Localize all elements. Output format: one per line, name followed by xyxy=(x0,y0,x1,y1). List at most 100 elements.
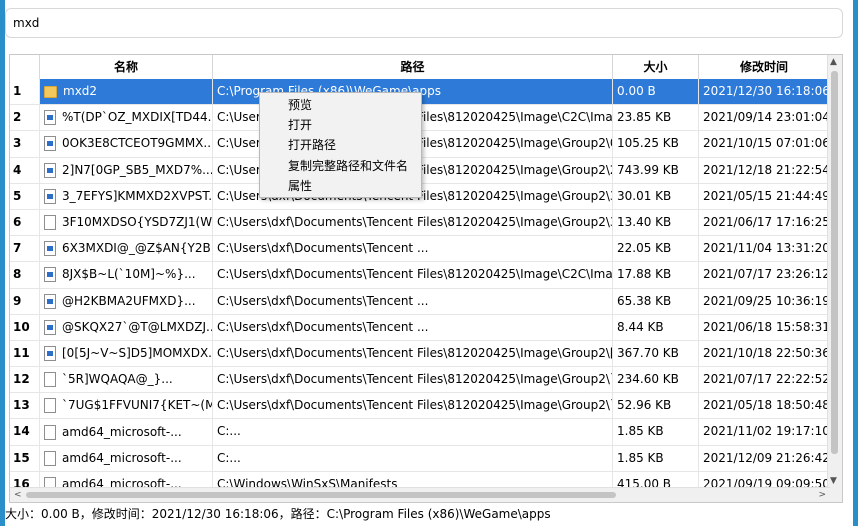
header-modified[interactable]: 修改时间 xyxy=(699,55,830,79)
menu-item-preview[interactable]: 预览 xyxy=(260,95,421,115)
header-path[interactable]: 路径 xyxy=(213,55,613,79)
table-row[interactable]: 14 amd64_microsoft-... C:... 1.85 KB 2021/11… xyxy=(10,419,830,446)
search-input[interactable] xyxy=(13,16,835,30)
table-row[interactable]: 9 @H2KBMA2UFMXD}... C:\Users\dxf\Documents… xyxy=(10,288,830,315)
row-number: 1 xyxy=(10,79,40,105)
scroll-right-icon[interactable]: > xyxy=(818,488,826,502)
modified-time-cell[interactable]: 2021/12/09 21:26:42 xyxy=(699,445,830,471)
file-path-cell[interactable]: C:... xyxy=(213,445,613,471)
table-header: 名称 路径 大小 修改时间 xyxy=(10,55,830,80)
horizontal-scroll-thumb[interactable] xyxy=(26,492,616,498)
horizontal-scrollbar[interactable]: < > xyxy=(10,487,830,502)
modified-time-cell[interactable]: 2021/12/30 16:18:06 xyxy=(699,79,830,105)
file-name-cell[interactable]: amd64_microsoft-... xyxy=(40,445,213,471)
vertical-scrollbar[interactable]: ▲ ▼ xyxy=(827,55,842,488)
file-name-cell[interactable]: 3F10MXDSO{YSD7ZJ1(W... xyxy=(40,209,213,236)
modified-time-cell[interactable]: 2021/10/18 22:50:36 xyxy=(699,340,830,367)
window-edge-right xyxy=(853,0,858,526)
table-row[interactable]: 10 @SKQX27`@T@LMXDZJ... C:\Users\dxf\Docum… xyxy=(10,314,830,341)
file-name-cell[interactable]: mxd2 xyxy=(40,79,213,105)
file-path-cell[interactable]: C:\Users\dxf\Documents\Tencent ... xyxy=(213,236,613,262)
file-size-cell[interactable]: 1.85 KB xyxy=(613,419,699,445)
file-name-cell[interactable]: 8JX$B~L(`10M]~%}... xyxy=(40,262,213,288)
vertical-scroll-thumb[interactable] xyxy=(831,71,838,454)
file-name: `7UG$1FFVUNI7{KET~(M... xyxy=(62,398,213,413)
file-size-cell[interactable]: 52.96 KB xyxy=(613,393,699,419)
file-name-cell[interactable]: `7UG$1FFVUNI7{KET~(M... xyxy=(40,393,213,419)
file-size-cell[interactable]: 8.44 KB xyxy=(613,314,699,340)
table-row[interactable]: 8 8JX$B~L(`10M]~%}... C:\Users\dxf\Documen… xyxy=(10,262,830,289)
modified-time-cell[interactable]: 2021/12/18 21:22:54 xyxy=(699,157,830,183)
document-icon xyxy=(44,215,56,231)
file-path-cell[interactable]: C:\Users\dxf\Documents\Tencent Files\812… xyxy=(213,393,613,419)
file-size-cell[interactable]: 1.85 KB xyxy=(613,445,699,471)
file-path-cell[interactable]: C:\Users\dxf\Documents\Tencent Files\812… xyxy=(213,340,613,367)
table-row[interactable]: 15 amd64_microsoft-... C:... 1.85 KB 2021/12… xyxy=(10,445,830,472)
menu-item-open[interactable]: 打开 xyxy=(260,115,421,135)
document-icon xyxy=(44,450,56,466)
document-icon xyxy=(44,424,56,440)
modified-time-cell[interactable]: 2021/10/15 07:01:06 xyxy=(699,131,830,157)
file-size-cell[interactable]: 65.38 KB xyxy=(613,288,699,314)
file-name: @H2KBMA2UFMXD}... xyxy=(62,293,196,308)
modified-time-cell[interactable]: 2021/09/25 10:36:19 xyxy=(699,288,830,314)
modified-time-cell[interactable]: 2021/11/04 13:31:20 xyxy=(699,236,830,262)
file-name-cell[interactable]: @H2KBMA2UFMXD}... xyxy=(40,288,213,314)
modified-time-cell[interactable]: 2021/07/17 22:22:52 xyxy=(699,367,830,393)
file-path-cell[interactable]: C:\Users\dxf\Documents\Tencent ... xyxy=(213,288,613,314)
file-size-cell[interactable]: 234.60 KB xyxy=(613,367,699,393)
modified-time-cell[interactable]: 2021/05/15 21:44:49 xyxy=(699,183,830,209)
modified-time-cell[interactable]: 2021/11/02 19:17:10 xyxy=(699,419,830,445)
header-corner xyxy=(10,55,40,79)
table-row[interactable]: 7 6X3MXDI@_@Z$AN{Y2B... C:\Users\dxf\Docum… xyxy=(10,236,830,263)
table-row[interactable]: 6 3F10MXDSO{YSD7ZJ1(W... C:\Users\dxf\Docu… xyxy=(10,209,830,237)
table-row[interactable]: 11 [0[5J~V~S]D5]MOMXDX... C:\Users\dxf\Doc… xyxy=(10,340,830,368)
file-name-cell[interactable]: 0OK3E8CTCEOT9GMMX... xyxy=(40,131,213,157)
scroll-down-icon[interactable]: ▼ xyxy=(830,476,837,486)
modified-time-cell[interactable]: 2021/07/17 23:26:12 xyxy=(699,262,830,288)
search-box[interactable] xyxy=(5,8,843,38)
file-size-cell[interactable]: 367.70 KB xyxy=(613,340,699,367)
file-name-cell[interactable]: 2]N7[0GP_SB5_MXD7%... xyxy=(40,157,213,183)
header-name[interactable]: 名称 xyxy=(40,55,213,79)
file-size-cell[interactable]: 105.25 KB xyxy=(613,131,699,157)
modified-time-cell[interactable]: 2021/06/18 15:58:31 xyxy=(699,314,830,340)
row-number: 7 xyxy=(10,236,40,262)
header-size[interactable]: 大小 xyxy=(613,55,699,79)
document-icon xyxy=(44,372,56,388)
scroll-up-icon[interactable]: ▲ xyxy=(830,57,837,67)
modified-time-cell[interactable]: 2021/09/14 23:01:04 xyxy=(699,105,830,131)
file-name-cell[interactable]: `5R]WQAQA@_}... xyxy=(40,367,213,393)
file-name-cell[interactable]: 6X3MXDI@_@Z$AN{Y2B... xyxy=(40,236,213,262)
file-size-cell[interactable]: 30.01 KB xyxy=(613,183,699,209)
table-row[interactable]: 13 `7UG$1FFVUNI7{KET~(M... C:\Users\dxf\Do… xyxy=(10,393,830,420)
file-path-cell[interactable]: C:\Users\dxf\Documents\Tencent Files\812… xyxy=(213,209,613,236)
results-table[interactable]: 名称 路径 大小 修改时间 1 mxd2 C:\Program Files (x86… xyxy=(9,54,843,503)
image-file-icon xyxy=(44,319,56,335)
file-name-cell[interactable]: [0[5J~V~S]D5]MOMXDX... xyxy=(40,340,213,367)
menu-item-open-path[interactable]: 打开路径 xyxy=(260,135,421,155)
context-menu: 预览 打开 打开路径 复制完整路径和文件名 属性 xyxy=(259,92,422,198)
table-row[interactable]: 12 `5R]WQAQA@_}... C:\Users\dxf\Documents\… xyxy=(10,367,830,394)
file-size-cell[interactable]: 23.85 KB xyxy=(613,105,699,131)
file-name-cell[interactable]: %T(DP`OZ_MXDIX[TD44... xyxy=(40,105,213,131)
file-path-cell[interactable]: C:... xyxy=(213,419,613,445)
scroll-left-icon[interactable]: < xyxy=(14,488,22,502)
file-size-cell[interactable]: 743.99 KB xyxy=(613,157,699,183)
row-number: 14 xyxy=(10,419,40,445)
file-path-cell[interactable]: C:\Users\dxf\Documents\Tencent ... xyxy=(213,314,613,340)
file-name-cell[interactable]: 3_7EFYS]KMMXD2XVPST... xyxy=(40,183,213,209)
file-size-cell[interactable]: 0.00 B xyxy=(613,79,699,105)
menu-item-copy-full-path[interactable]: 复制完整路径和文件名 xyxy=(260,156,421,176)
file-path-cell[interactable]: C:\Users\dxf\Documents\Tencent Files\812… xyxy=(213,262,613,288)
file-size-cell[interactable]: 17.88 KB xyxy=(613,262,699,288)
menu-item-properties[interactable]: 属性 xyxy=(260,176,421,196)
file-size-cell[interactable]: 13.40 KB xyxy=(613,209,699,236)
file-name-cell[interactable]: @SKQX27`@T@LMXDZJ... xyxy=(40,314,213,340)
modified-time-cell[interactable]: 2021/05/18 18:50:48 xyxy=(699,393,830,419)
file-name-cell[interactable]: amd64_microsoft-... xyxy=(40,419,213,445)
file-name: 6X3MXDI@_@Z$AN{Y2B... xyxy=(62,241,213,256)
file-size-cell[interactable]: 22.05 KB xyxy=(613,236,699,262)
modified-time-cell[interactable]: 2021/06/17 17:16:25 xyxy=(699,209,830,236)
file-path-cell[interactable]: C:\Users\dxf\Documents\Tencent Files\812… xyxy=(213,367,613,393)
